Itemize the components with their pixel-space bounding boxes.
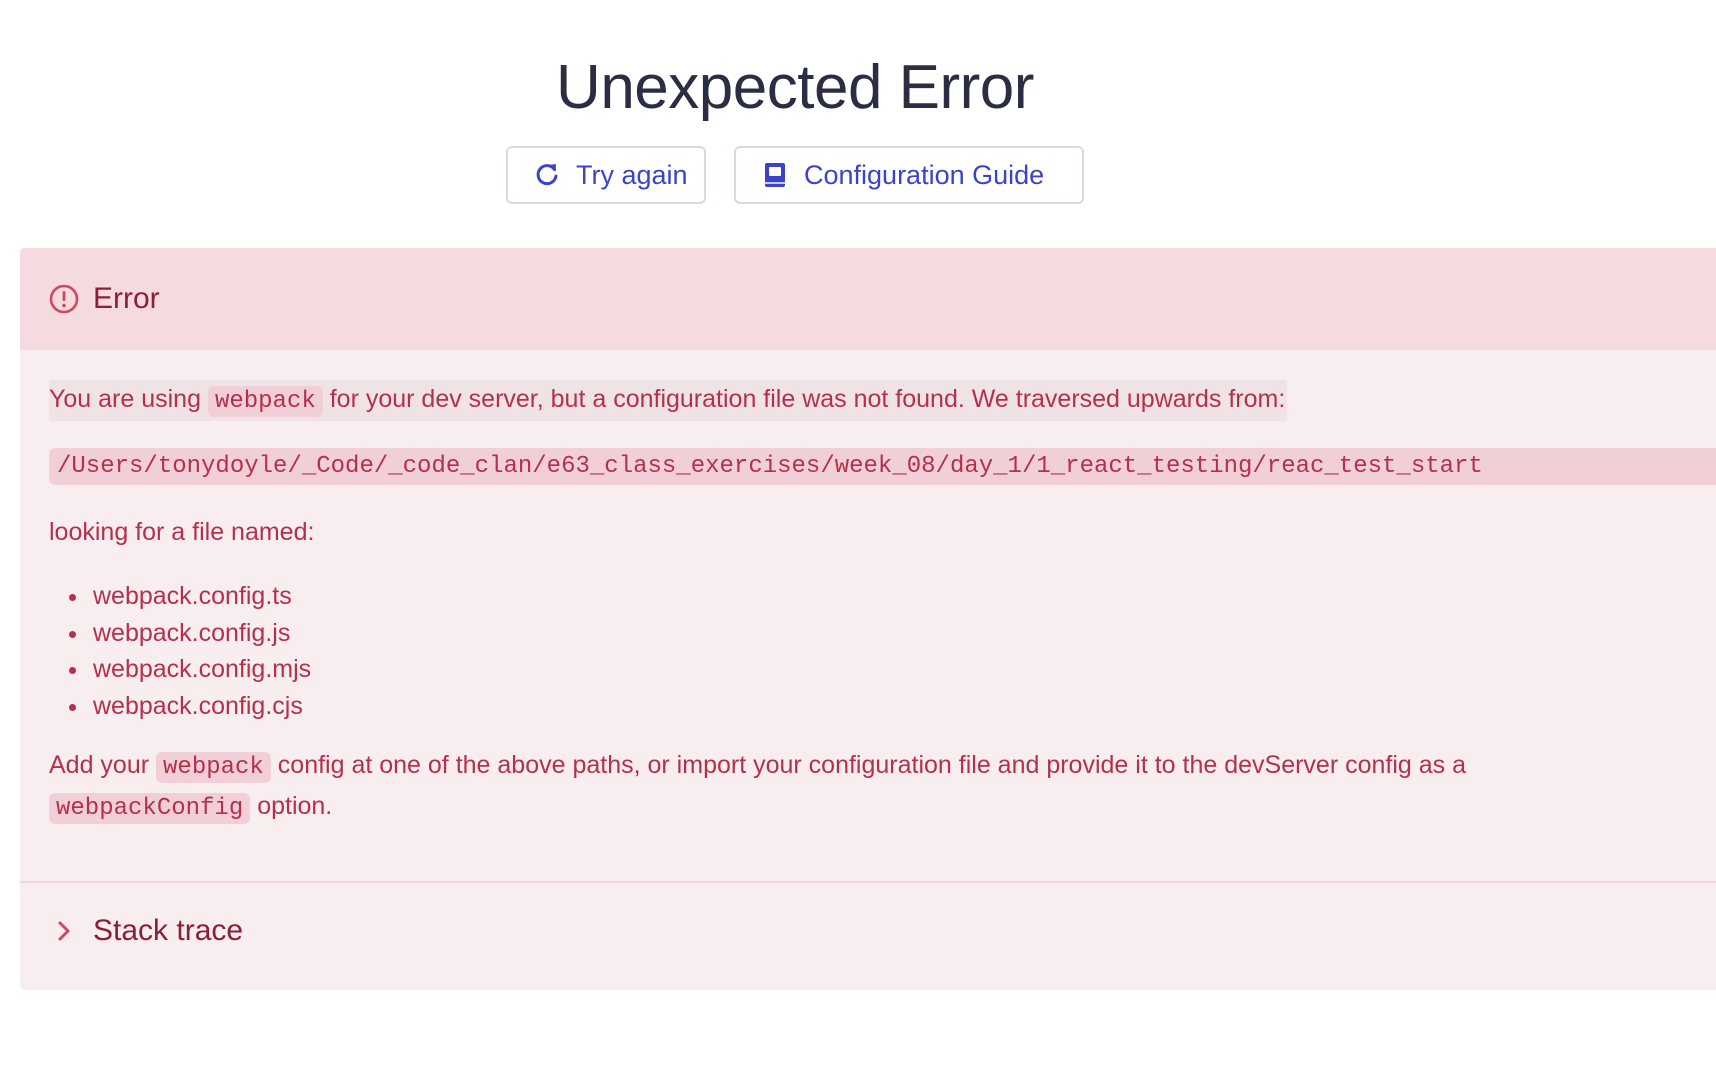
alert-circle-icon — [48, 283, 80, 315]
try-again-label: Try again — [576, 159, 688, 190]
message-text-1: You are using — [49, 385, 201, 413]
chevron-right-icon — [52, 919, 76, 943]
error-heading: Error — [93, 282, 160, 315]
list-item: webpack.config.ts — [49, 578, 311, 615]
list-item: webpack.config.cjs — [49, 688, 311, 725]
list-item: webpack.config.mjs — [49, 651, 311, 688]
searched-path: /Users/tonydoyle/_Code/_code_clan/e63_cl… — [49, 448, 1716, 485]
hint-code-webpack: webpack — [156, 752, 271, 783]
book-icon — [760, 160, 790, 190]
stack-trace-toggle[interactable]: Stack trace — [52, 914, 243, 948]
divider — [20, 881, 1716, 883]
stack-trace-label: Stack trace — [93, 914, 244, 947]
hint-text-1: Add your — [49, 751, 150, 779]
hint-code-webpackconfig: webpackConfig — [49, 793, 251, 824]
hint-message: Add your webpack config at one of the ab… — [49, 746, 1549, 828]
error-panel: Error You are using webpack for your dev… — [20, 248, 1716, 990]
refresh-icon — [532, 160, 562, 190]
config-file-list: webpack.config.ts webpack.config.js webp… — [49, 578, 311, 724]
try-again-button[interactable]: Try again — [506, 146, 706, 204]
looking-for-text: looking for a file named: — [49, 518, 315, 546]
configuration-guide-label: Configuration Guide — [804, 159, 1045, 190]
configuration-guide-button[interactable]: Configuration Guide — [734, 146, 1084, 204]
hint-text-3: option. — [257, 792, 333, 820]
error-message: You are using webpack for your dev serve… — [49, 380, 1288, 421]
message-code-webpack: webpack — [207, 386, 323, 417]
error-header: Error — [20, 248, 1716, 350]
message-text-2: for your dev server, but a configuration… — [329, 385, 1286, 413]
error-page: Unexpected Error Try again Configuration… — [0, 0, 1716, 1084]
page-title: Unexpected Error — [556, 53, 1034, 122]
list-item: webpack.config.js — [49, 615, 311, 652]
hint-text-2: config at one of the above paths, or imp… — [277, 751, 1467, 779]
